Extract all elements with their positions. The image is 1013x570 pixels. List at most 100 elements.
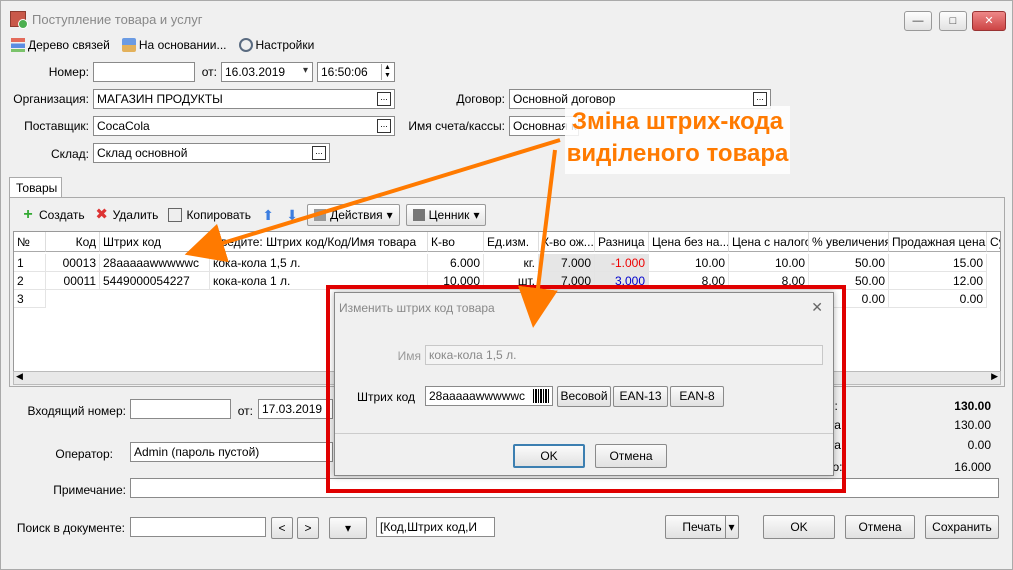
tree-icon [11,38,25,52]
total-value: 130.00 [954,399,991,413]
scroll-right-icon[interactable]: ▶ [991,371,998,382]
move-down-button[interactable]: ⬇ [283,204,301,226]
table-cell[interactable]: 6.000 [428,254,484,272]
column-header[interactable]: Сум [987,232,1000,252]
ellipsis-icon[interactable]: ... [377,119,391,133]
ellipsis-icon[interactable]: ... [753,92,767,106]
ellipsis-icon[interactable]: ... [377,92,391,106]
column-header[interactable]: Цена без на... [649,232,729,252]
table-cell[interactable]: 10.00 [729,254,809,272]
column-header[interactable]: Введите: Штрих код/Код/Имя товара [210,232,428,252]
goods-toolbar: + Создать ✖ Удалить Копировать ⬆ ⬇ Дейст… [19,203,487,227]
print-button[interactable]: Печать ▾ [665,515,739,539]
price-tag-dropdown[interactable]: Ценник ▾ [405,204,487,226]
table-cell[interactable]: 00013 [46,254,100,272]
table-cell[interactable]: кг. [484,254,539,272]
maximize-button[interactable]: □ [939,11,967,31]
copy-icon [168,208,183,222]
create-button[interactable]: + Создать [19,204,87,226]
settings-button[interactable]: Настройки [238,36,314,54]
table-cell[interactable]: 10.00 [649,254,729,272]
table-cell[interactable]: кока-кола 1,5 л. [210,254,428,272]
actions-dropdown[interactable]: Действия ▾ [307,204,400,226]
operator-label: Оператор: [55,447,113,461]
column-header[interactable]: Штрих код [100,232,210,252]
incoming-number-input[interactable] [130,399,231,419]
number-label: Номер: [48,65,89,79]
basis-icon [121,38,136,52]
supplier-field[interactable]: CocaCola ... [93,116,395,136]
number-input[interactable] [93,62,195,82]
organization-label: Организация: [13,92,89,106]
operator-field[interactable]: Admin (пароль пустой) [130,442,333,462]
scroll-left-icon[interactable]: ◀ [16,371,23,382]
chevron-down-icon: ▾ [302,65,308,76]
tab-goods[interactable]: Товары [9,177,62,197]
table-cell[interactable]: 7.000 [539,254,595,272]
table-cell[interactable]: 2 [14,272,46,290]
date-picker[interactable]: 16.03.2019 ▾ [221,62,313,82]
chevron-down-icon[interactable]: ▾ [725,516,737,538]
highlight-frame [326,285,846,493]
column-header[interactable]: Разница [595,232,649,252]
chevron-down-icon: ▾ [344,521,352,535]
printer-icon [412,209,425,221]
table-cell[interactable]: 0.00 [889,290,987,308]
contract-label: Договор: [456,92,505,106]
organization-field[interactable]: МАГАЗИН ПРОДУКТЫ ... [93,89,395,109]
column-header[interactable]: К-во [428,232,484,252]
column-header[interactable]: К-во ож... [539,232,595,252]
table-cell[interactable]: 5449000054227 [100,272,210,290]
delete-button[interactable]: ✖ Удалить [93,204,161,226]
arrow-up-icon: ⬆ [262,207,274,223]
account-label: Имя счета/кассы: [408,119,505,133]
warehouse-field[interactable]: Склад основной ... [93,143,330,163]
wrench-icon [314,209,327,221]
search-prev-button[interactable]: < [271,517,293,539]
ok-button[interactable]: OK [763,515,835,539]
table-cell[interactable]: 00011 [46,272,100,290]
table-cell[interactable]: 3 [14,290,46,308]
close-button[interactable]: ✕ [972,11,1006,31]
chevron-down-icon: ▾ [473,208,480,222]
total-value: 0.00 [967,438,991,452]
chevron-down-icon: ▾ [386,208,393,222]
save-button[interactable]: Сохранить [925,515,999,539]
minimize-button[interactable]: — [904,11,932,31]
cancel-button[interactable]: Отмена [845,515,915,539]
annotation-line: Зміна штрих-кода [571,108,784,135]
column-header[interactable]: Продажная цена [889,232,987,252]
table-cell[interactable]: 1 [14,254,46,272]
column-header[interactable]: Код [46,232,100,252]
tree-button[interactable]: Дерево связей [11,36,110,54]
tools-icon [238,38,253,52]
move-up-button[interactable]: ⬆ [259,204,277,226]
table-cell[interactable]: 15.00 [889,254,987,272]
copy-button[interactable]: Копировать [166,204,253,226]
column-header[interactable]: % увеличения [809,232,889,252]
column-header[interactable]: № [14,232,46,252]
delete-icon: ✖ [95,206,108,223]
search-mode-dropdown[interactable]: ▾ [329,517,367,539]
table-cell[interactable]: -1.000 [595,254,649,272]
search-next-button[interactable]: > [297,517,319,539]
total-value: 130.00 [954,418,991,432]
table-cell[interactable]: 12.00 [889,272,987,290]
basis-button[interactable]: На основании... [121,36,227,54]
incoming-date-picker[interactable]: 17.03.2019 [258,399,333,419]
window-title: Поступление товара и услуг [32,12,203,27]
column-header[interactable]: Ед.изм. [484,232,539,252]
search-fields-dropdown[interactable]: [Код,Штрих код,И [376,517,495,537]
ellipsis-icon[interactable]: ... [312,146,326,160]
column-header[interactable]: Цена с налогом [729,232,809,252]
search-input[interactable] [130,517,266,537]
table-cell[interactable]: 28aaaaawwwwwc [100,254,210,272]
annotation-line: виділеного товара [566,140,789,167]
incoming-date-from-label: от: [237,404,253,418]
spinner-icon[interactable]: ▲ ▼ [381,64,393,80]
document-icon [10,11,28,29]
date-from-label: от: [201,65,217,79]
table-cell[interactable]: 50.00 [809,254,889,272]
title-bar: Поступление товара и услуг — □ ✕ [1,1,1012,35]
time-input[interactable]: 16:50:06 ▲ ▼ [317,62,395,82]
